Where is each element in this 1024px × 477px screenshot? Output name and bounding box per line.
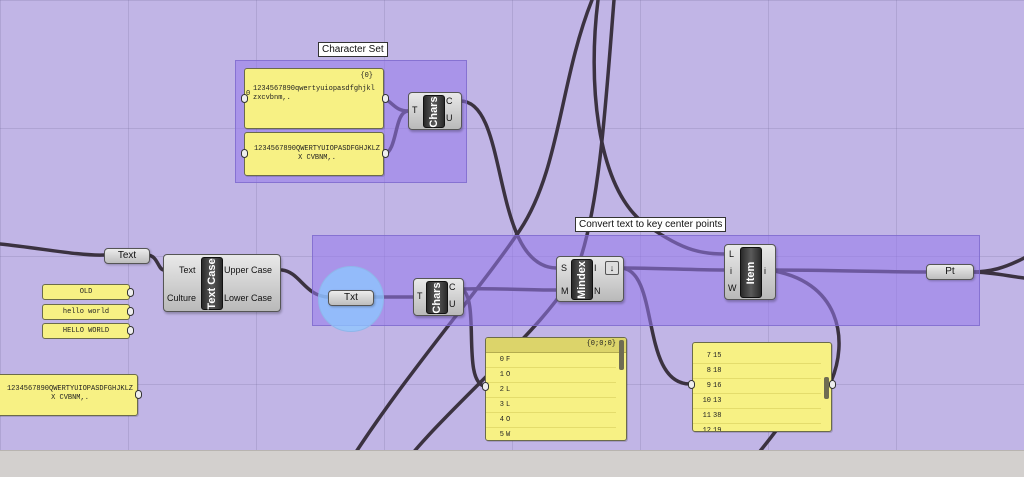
wire-top-vertical-1 bbox=[592, 0, 726, 256]
group-label-character-set[interactable]: Character Set bbox=[318, 42, 388, 57]
port-l[interactable]: L bbox=[729, 249, 734, 259]
port-lower-case[interactable]: Lower Case bbox=[224, 293, 272, 303]
component-item[interactable]: L i W Item i bbox=[724, 244, 776, 300]
wire-input-to-text-param bbox=[0, 242, 106, 257]
port-m[interactable]: M bbox=[561, 286, 569, 296]
group-label-convert-text[interactable]: Convert text to key center points bbox=[575, 217, 727, 232]
component-core: Chars bbox=[423, 95, 445, 128]
port-upper-case[interactable]: Upper Case bbox=[224, 265, 272, 275]
list-item: 0F bbox=[486, 353, 616, 368]
port-text[interactable]: Text bbox=[179, 265, 196, 275]
port-c[interactable]: C bbox=[446, 96, 453, 106]
port-i[interactable]: i bbox=[730, 266, 732, 276]
port-u[interactable]: U bbox=[449, 299, 456, 309]
param-txt[interactable]: Txt bbox=[328, 290, 374, 306]
port-t[interactable]: T bbox=[412, 105, 418, 115]
panel-text: 1234567890qwertyuiopasdfghjkl zxcvbnm,. bbox=[253, 85, 375, 102]
panel-text: 1234567890QWERTYUIOPASDFGHJKLZX CVBNM,. bbox=[6, 385, 134, 402]
grip-in[interactable] bbox=[482, 382, 489, 391]
list-item: 12 19 bbox=[693, 424, 821, 431]
grip-in[interactable] bbox=[241, 149, 248, 158]
grip-in[interactable] bbox=[241, 94, 248, 103]
component-chars-mid[interactable]: T Chars C U bbox=[413, 278, 464, 316]
panel-header-path: {0;0;0} bbox=[586, 340, 616, 348]
component-text-case[interactable]: Text Culture Text Case Upper Case Lower … bbox=[163, 254, 281, 312]
port-i[interactable]: I bbox=[594, 263, 597, 273]
port-culture[interactable]: Culture bbox=[167, 293, 196, 303]
scrollbar[interactable] bbox=[619, 340, 624, 370]
list-item: 2L bbox=[486, 383, 616, 398]
grip-out[interactable] bbox=[127, 288, 134, 297]
panel-old[interactable]: OLD bbox=[42, 284, 130, 300]
list-item: 1O bbox=[486, 368, 616, 383]
grip-out[interactable] bbox=[127, 326, 134, 335]
canvas-bottom-bar bbox=[0, 450, 1024, 477]
list-item: 9 16 bbox=[693, 379, 821, 394]
list-item: 5W bbox=[486, 428, 616, 440]
list-item: 10 13 bbox=[693, 394, 821, 409]
component-core: Item bbox=[740, 247, 762, 298]
panel-charset-upper[interactable]: 1234567890QWERTYUIOPASDFGHJKLZX CVBNM,. bbox=[244, 132, 384, 176]
port-c[interactable]: C bbox=[449, 282, 456, 292]
component-mindex[interactable]: S M Mindex I N ↓ bbox=[556, 256, 624, 302]
port-t[interactable]: T bbox=[417, 291, 423, 301]
component-label: Text Case bbox=[206, 257, 218, 310]
port-i-out[interactable]: i bbox=[764, 266, 766, 276]
wire-text-param-to-textcase bbox=[146, 253, 166, 272]
scrollbar[interactable] bbox=[824, 377, 829, 399]
panel-chars-list[interactable]: {0;0;0} 0F 1O 2L 3L 4O 5W 6 bbox=[485, 337, 627, 441]
list-item: 7 15 bbox=[693, 349, 821, 364]
component-chars-top[interactable]: T Chars C U bbox=[408, 92, 462, 130]
component-core: Chars bbox=[426, 281, 448, 314]
grip-out[interactable] bbox=[127, 307, 134, 316]
component-label: Chars bbox=[431, 281, 443, 314]
list-item: 8 18 bbox=[693, 364, 821, 379]
panel-charset-left[interactable]: 1234567890QWERTYUIOPASDFGHJKLZX CVBNM,. bbox=[0, 374, 138, 416]
port-w[interactable]: W bbox=[728, 283, 737, 293]
param-pt[interactable]: Pt bbox=[926, 264, 974, 280]
panel-index-list[interactable]: 7 15 8 18 9 16 10 13 11 38 12 19 bbox=[692, 342, 832, 432]
component-core: Mindex bbox=[571, 259, 593, 300]
panel-text: 1234567890QWERTYUIOPASDFGHJKLZX CVBNM,. bbox=[253, 145, 381, 162]
grip-out[interactable] bbox=[382, 149, 389, 158]
param-text[interactable]: Text bbox=[104, 248, 150, 264]
component-core: Text Case bbox=[201, 257, 223, 310]
grip-out[interactable] bbox=[135, 390, 142, 399]
component-label: Item bbox=[745, 261, 757, 284]
panel-hello-world-upper[interactable]: HELLO WORLD bbox=[42, 323, 130, 339]
component-label: Mindex bbox=[576, 260, 588, 299]
panel-header-path: {0} bbox=[360, 72, 373, 80]
port-s[interactable]: S bbox=[561, 263, 567, 273]
grasshopper-canvas[interactable]: Character Set Convert text to key center… bbox=[0, 0, 1024, 477]
port-u[interactable]: U bbox=[446, 113, 453, 123]
panel-charset-lower[interactable]: {0} 0 1234567890qwertyuiopasdfghjkl zxcv… bbox=[244, 68, 384, 129]
panel-header: {0;0;0} bbox=[486, 338, 626, 353]
grip-in[interactable] bbox=[688, 380, 695, 389]
port-n[interactable]: N bbox=[594, 286, 601, 296]
arrow-down-icon[interactable]: ↓ bbox=[605, 261, 619, 275]
list-item: 11 38 bbox=[693, 409, 821, 424]
panel-hello-world[interactable]: hello world bbox=[42, 304, 130, 320]
grip-out[interactable] bbox=[382, 94, 389, 103]
component-label: Chars bbox=[428, 95, 440, 128]
list-item: 3L bbox=[486, 398, 616, 413]
grip-out[interactable] bbox=[829, 380, 836, 389]
list-item: 4O bbox=[486, 413, 616, 428]
